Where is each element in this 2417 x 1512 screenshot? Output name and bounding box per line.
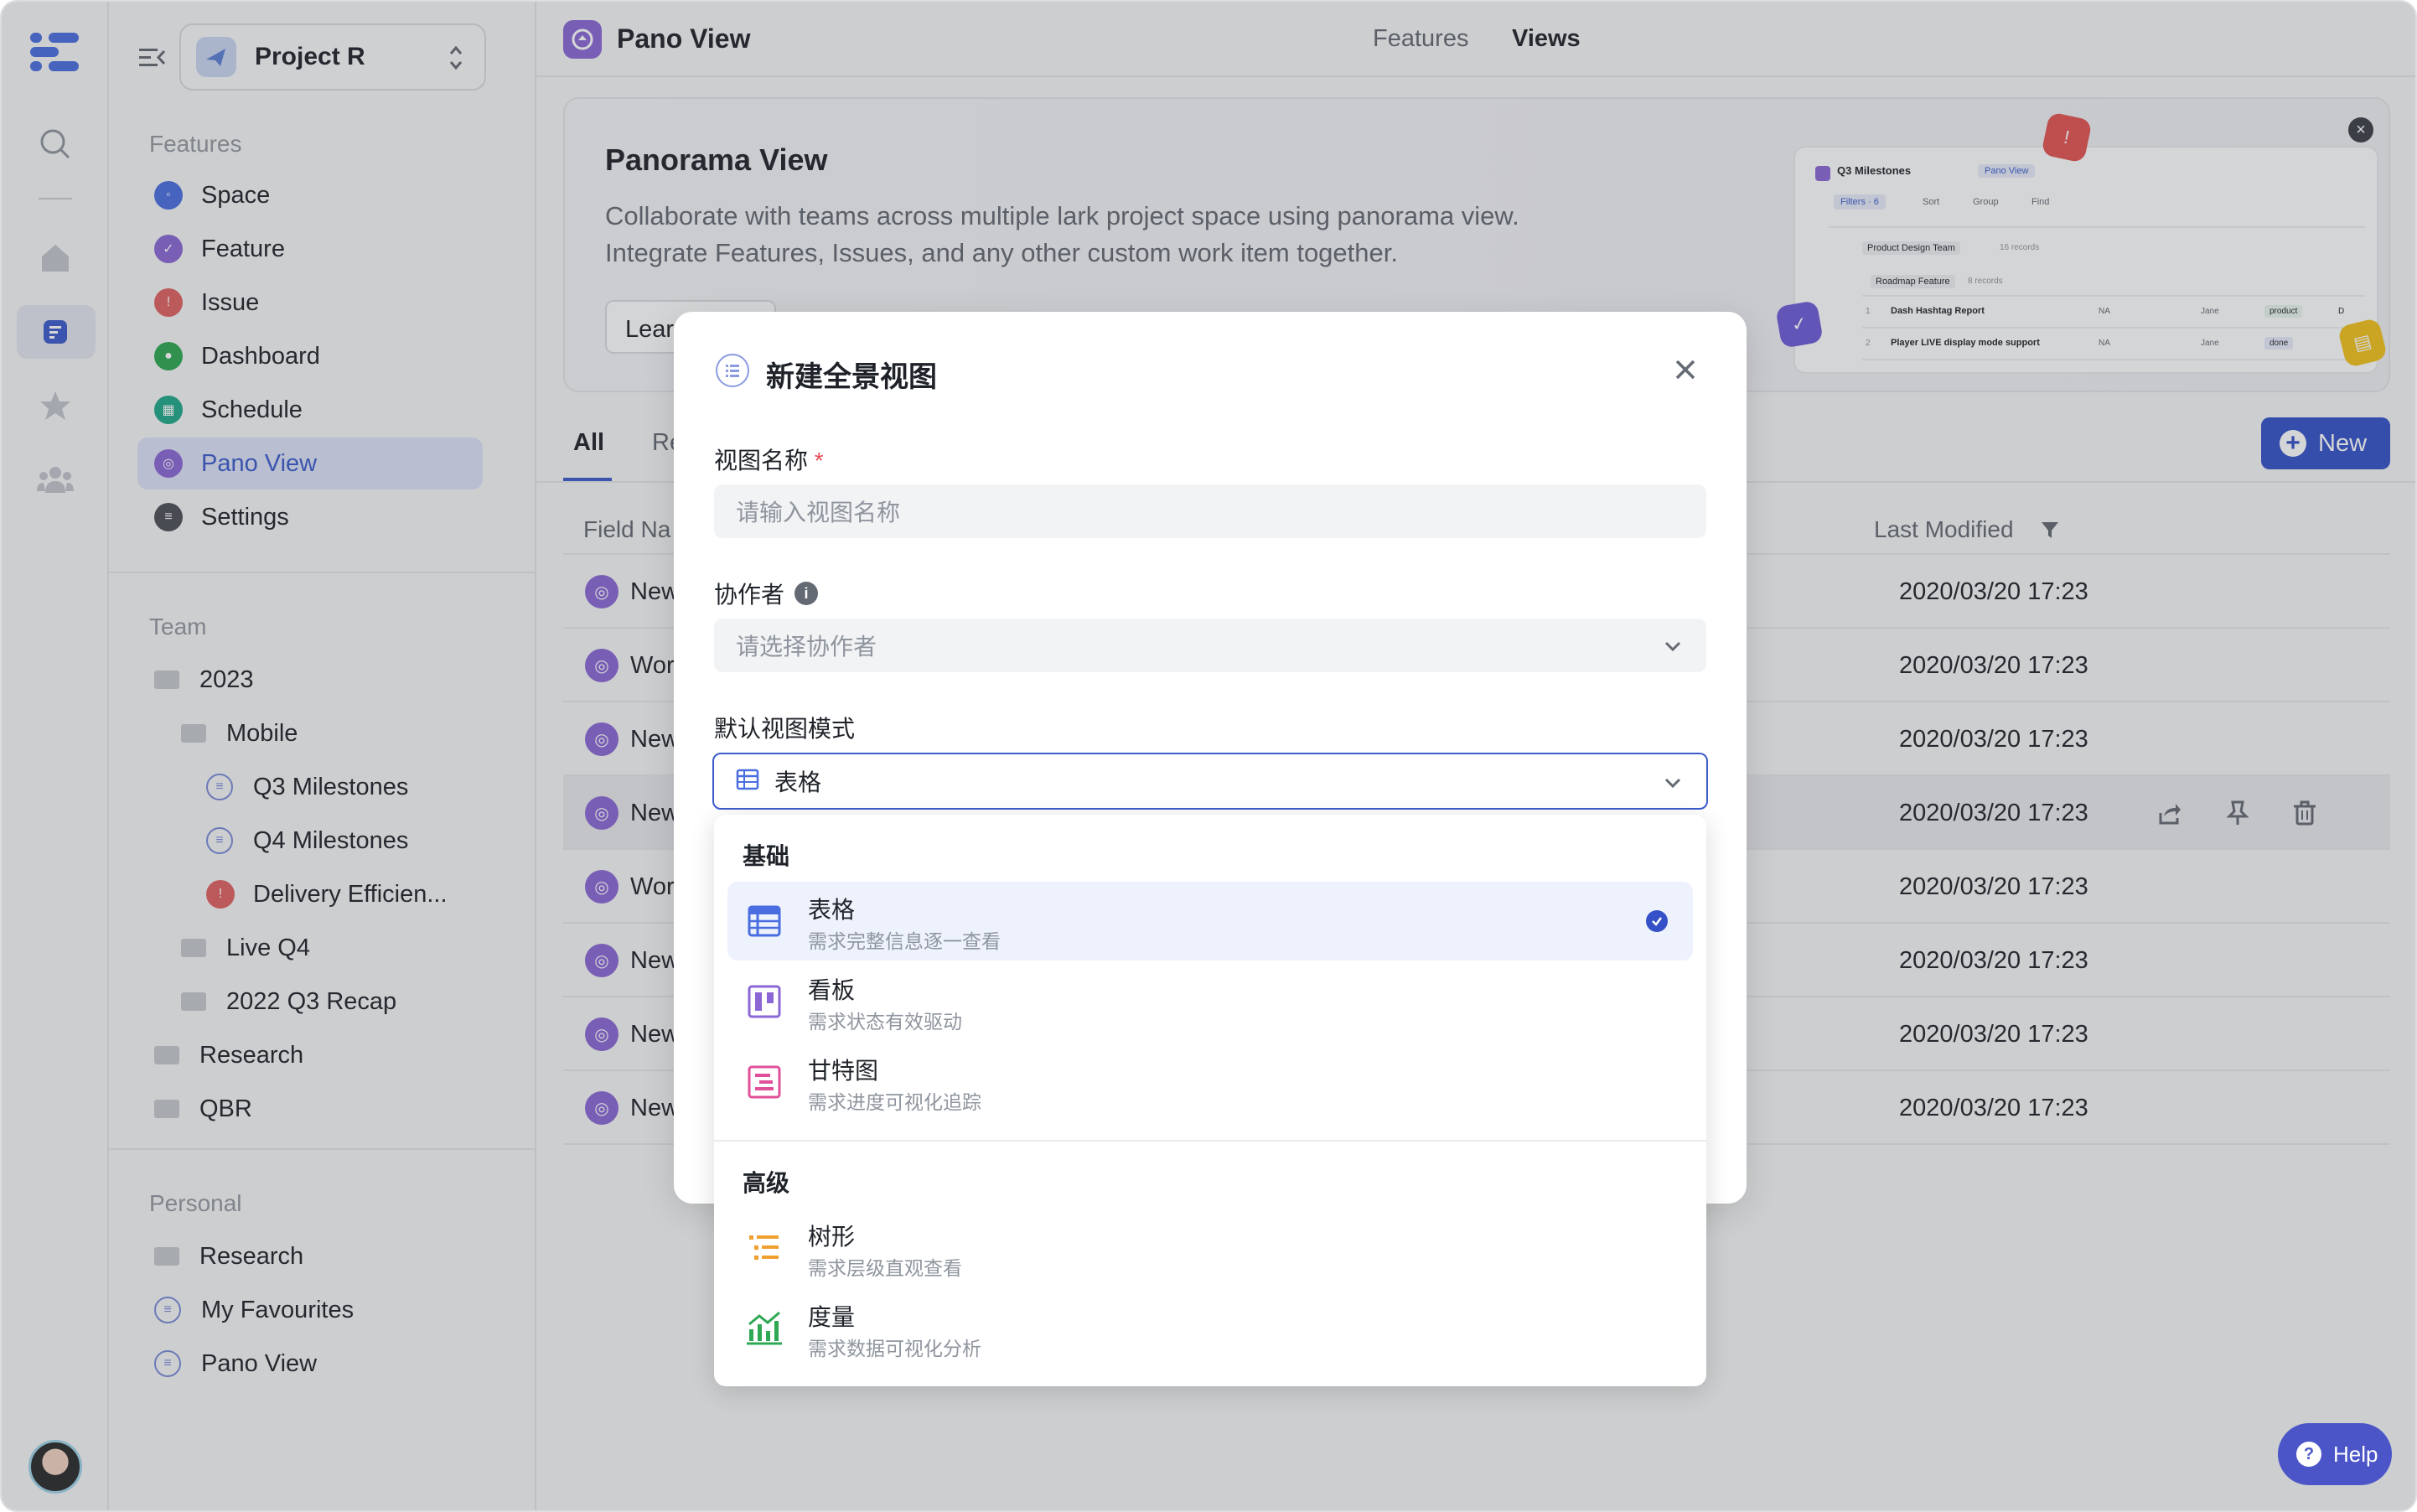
help-label: Help <box>2333 1441 2378 1467</box>
chevron-down-icon <box>1663 635 1683 662</box>
default-view-mode-label: 默认视图模式 <box>714 716 856 742</box>
option-kanban[interactable]: 看板 需求状态有效驱动 <box>727 962 1693 1041</box>
close-dialog-icon[interactable] <box>1671 355 1700 384</box>
chart-icon <box>746 1310 783 1347</box>
option-title: 树形 <box>808 1224 856 1250</box>
option-description: 需求进度可视化追踪 <box>808 1091 981 1113</box>
collaborator-label: 协作者 i <box>714 577 819 610</box>
help-button[interactable]: ? Help <box>2278 1423 2392 1485</box>
option-title: 表格 <box>808 897 856 923</box>
dialog-title: 新建全景视图 <box>766 361 937 393</box>
view-mode-dropdown: 基础 表格 需求完整信息逐一查看 看板 需求状态有效驱动 甘特图 需求进度可视化… <box>714 815 1706 1386</box>
option-tree[interactable]: 树形 需求层级直观查看 <box>727 1209 1693 1287</box>
option-title: 度量 <box>808 1304 856 1330</box>
group-basic-header: 基础 <box>743 843 790 869</box>
required-mark: * <box>814 448 824 474</box>
option-title: 看板 <box>808 977 856 1003</box>
collaborator-placeholder: 请选择协作者 <box>736 634 877 660</box>
view-name-input[interactable]: 请输入视图名称 <box>714 484 1706 538</box>
view-mode-select[interactable]: 表格 <box>712 753 1708 810</box>
help-icon: ? <box>2296 1442 2321 1467</box>
group-advanced-header: 高级 <box>743 1170 790 1196</box>
kanban-icon <box>746 983 783 1020</box>
check-icon <box>1646 910 1668 932</box>
collaborator-select[interactable]: 请选择协作者 <box>714 619 1706 672</box>
option-description: 需求数据可视化分析 <box>808 1338 981 1359</box>
option-description: 需求状态有效驱动 <box>808 1011 962 1033</box>
chevron-down-icon <box>1663 773 1683 797</box>
table-icon <box>736 769 759 795</box>
option-metrics[interactable]: 度量 需求数据可视化分析 <box>727 1289 1693 1368</box>
option-description: 需求层级直观查看 <box>808 1257 962 1279</box>
info-icon[interactable]: i <box>794 582 819 605</box>
option-description: 需求完整信息逐一查看 <box>808 930 1001 952</box>
dropdown-divider <box>714 1140 1706 1142</box>
view-name-label: 视图名称 * <box>714 443 824 476</box>
app-window: Project R Features ◦ Space ✓ Feature! Issue ●… <box>0 0 2417 1512</box>
option-title: 甘特图 <box>808 1058 879 1084</box>
tree-icon <box>746 1230 783 1266</box>
collaborator-label-text: 协作者 <box>714 582 785 608</box>
view-name-label-text: 视图名称 <box>714 448 809 474</box>
option-gantt[interactable]: 甘特图 需求进度可视化追踪 <box>727 1043 1693 1121</box>
view-mode-value: 表格 <box>774 769 822 795</box>
gantt-icon <box>746 1064 783 1100</box>
pano-view-list-icon <box>716 354 749 387</box>
option-table[interactable]: 表格 需求完整信息逐一查看 <box>727 882 1693 961</box>
table-icon <box>746 903 783 940</box>
